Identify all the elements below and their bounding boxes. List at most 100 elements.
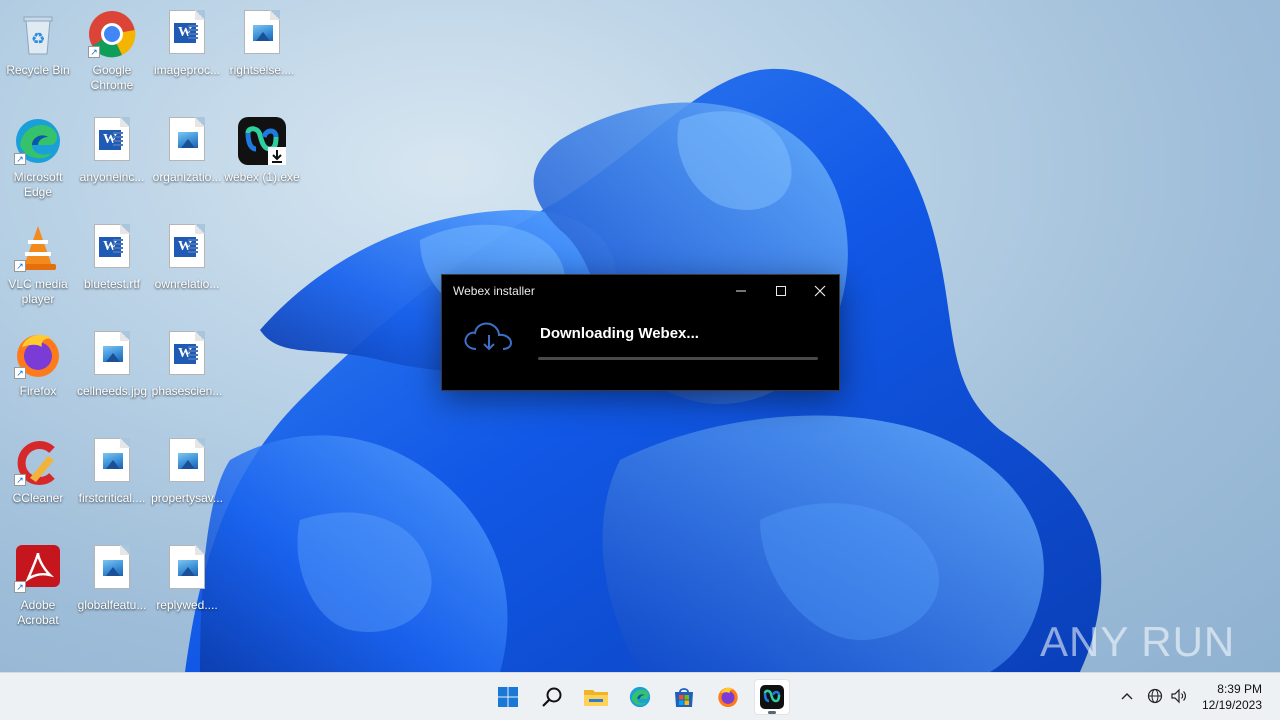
show-hidden-icons-button[interactable] [1116,685,1138,707]
minimize-icon [736,290,746,292]
desktop: ♻ Recycle Bin ↗ Microsoft Edge ↗ VLC med… [0,0,1280,672]
shortcut-arrow-icon: ↗ [14,367,26,379]
word-document-icon: W [161,329,213,381]
desktop-icon-firefox[interactable]: ↗ Firefox [0,325,76,425]
image-file-icon [161,436,213,488]
image-file-icon [161,115,213,167]
desktop-icon-label: VLC media player [8,277,68,306]
store-icon [675,688,693,707]
desktop-icon-file[interactable]: W imageproc... [149,4,225,104]
desktop-icon-label: rightselse.... [229,63,295,77]
acrobat-icon: ↗ [12,543,64,595]
globe-icon [1147,688,1163,704]
ccleaner-icon: ↗ [12,436,64,488]
word-document-icon: W [161,8,213,60]
word-document-icon: W [161,222,213,274]
shortcut-arrow-icon: ↗ [88,46,100,58]
desktop-icon-adobe-acrobat[interactable]: ↗ Adobe Acrobat [0,539,76,639]
recycle-bin-icon: ♻ [12,8,64,60]
desktop-icon-label: Recycle Bin [6,63,70,77]
start-icon [498,687,518,707]
desktop-icon-label: anyoneinc... [79,170,145,184]
desktop-icon-file[interactable]: propertysav... [149,432,225,532]
maximize-button[interactable] [761,275,801,307]
desktop-icon-file[interactable]: firstcritical.... [74,432,150,532]
file-explorer-button[interactable] [578,679,614,715]
desktop-icon-label: replywed.... [156,598,218,612]
anyrun-watermark: ANY RUN [1040,612,1240,672]
svg-text:♻: ♻ [31,29,45,48]
desktop-icon-label: Google Chrome [90,63,134,92]
speaker-icon [1171,688,1186,704]
maximize-icon [776,286,786,296]
desktop-icon-file[interactable]: W phasescien... [149,325,225,425]
image-file-icon [86,329,138,381]
desktop-icon-file[interactable]: replywed.... [149,539,225,639]
shortcut-arrow-icon: ↗ [14,260,26,272]
desktop-icon-label: Firefox [19,384,57,398]
edge-icon: ↗ [12,115,64,167]
desktop-icon-label: globalfeatu... [77,598,147,612]
clock[interactable]: 8:39 PM 12/19/2023 [1192,681,1262,713]
firefox-taskbar-button[interactable] [710,679,746,715]
desktop-icon-file[interactable]: W anyoneinc... [74,111,150,211]
desktop-icon-file[interactable]: organizatio... [149,111,225,211]
firefox-icon [718,687,738,708]
webex-installer-dialog: Webex installer Downloading Webex... [441,274,840,391]
desktop-icon-file[interactable]: cellneeds.jpg [74,325,150,425]
search-button[interactable] [534,679,570,715]
desktop-icon-recycle-bin[interactable]: ♻ Recycle Bin [0,4,76,104]
word-document-icon: W [86,222,138,274]
desktop-icon-label: cellneeds.jpg [76,384,148,398]
desktop-icon-file[interactable]: globalfeatu... [74,539,150,639]
chevron-up-icon [1121,693,1133,700]
desktop-icon-microsoft-edge[interactable]: ↗ Microsoft Edge [0,111,76,211]
desktop-icon-label: webex (1).exe [224,170,300,184]
desktop-icon-webex-installer[interactable]: webex (1).exe [224,111,300,211]
download-status-text: Downloading Webex... [540,325,699,342]
image-file-icon [161,543,213,595]
desktop-icon-label: phasescien... [151,384,223,398]
shortcut-arrow-icon: ↗ [14,153,26,165]
desktop-icon-vlc[interactable]: ↗ VLC media player [0,218,76,318]
watermark-text: ANY RUN [1040,618,1236,665]
shortcut-arrow-icon: ↗ [14,581,26,593]
desktop-icon-google-chrome[interactable]: ↗ Google Chrome [74,4,150,104]
chrome-icon: ↗ [86,8,138,60]
desktop-icon-ccleaner[interactable]: ↗ CCleaner [0,432,76,532]
clock-time: 8:39 PM [1217,682,1262,696]
desktop-icon-label: imageproc... [153,63,221,77]
network-button[interactable] [1144,685,1166,707]
close-icon [814,285,826,297]
desktop-icon-label: Microsoft Edge [13,170,63,199]
firefox-icon: ↗ [12,329,64,381]
desktop-icon-label: propertysav... [151,491,223,505]
close-button[interactable] [800,275,840,307]
store-button[interactable] [666,679,702,715]
desktop-icon-file[interactable]: rightselse.... [224,4,300,104]
clock-date: 12/19/2023 [1201,698,1262,712]
webex-installer-icon [236,115,288,167]
desktop-icon-file[interactable]: W ownrelatio... [149,218,225,318]
download-progress-bar [538,357,818,360]
dialog-title: Webex installer [453,284,535,298]
file-explorer-icon [584,690,608,706]
desktop-icon-file[interactable]: W bluetest.rtf [74,218,150,318]
volume-button[interactable] [1168,685,1190,707]
image-file-icon [236,8,288,60]
desktop-icon-label: ownrelatio... [154,277,220,291]
shortcut-arrow-icon: ↗ [14,474,26,486]
search-icon [542,687,562,707]
webex-icon [760,685,784,709]
minimize-button[interactable] [721,275,761,307]
image-file-icon [86,543,138,595]
desktop-icon-label: bluetest.rtf [83,277,141,291]
image-file-icon [86,436,138,488]
webex-taskbar-button[interactable] [754,679,790,715]
start-button[interactable] [490,679,526,715]
desktop-icon-label: Adobe Acrobat [17,598,59,627]
vlc-icon: ↗ [12,222,64,274]
running-indicator [768,711,776,714]
edge-taskbar-button[interactable] [622,679,658,715]
edge-icon [629,686,651,708]
